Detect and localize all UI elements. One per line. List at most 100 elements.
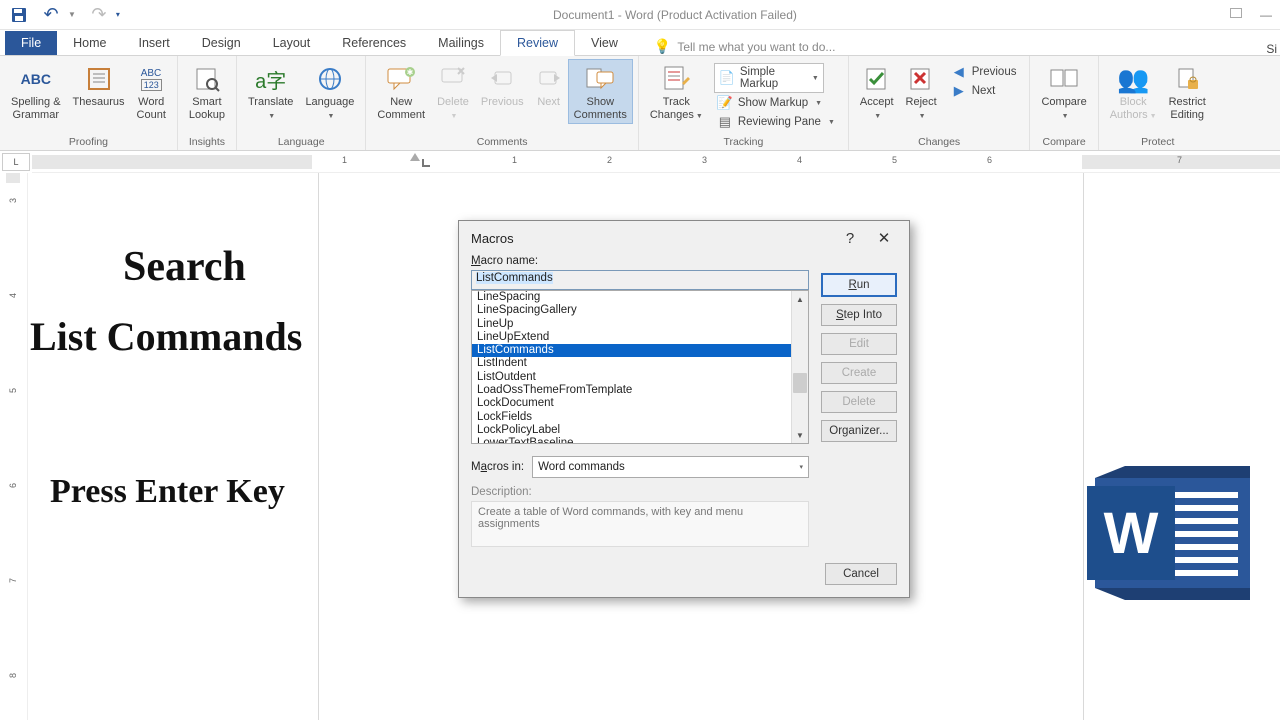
tab-design[interactable]: Design xyxy=(186,31,257,55)
tab-stop-icon[interactable] xyxy=(422,159,430,167)
tab-file[interactable]: File xyxy=(5,31,57,55)
minimize-icon[interactable]: — xyxy=(1260,8,1272,22)
indent-marker-icon[interactable] xyxy=(410,153,420,161)
tab-mailings[interactable]: Mailings xyxy=(422,31,500,55)
tab-layout[interactable]: Layout xyxy=(257,31,327,55)
scroll-thumb[interactable] xyxy=(793,373,807,393)
undo-drop-icon[interactable]: ▼ xyxy=(68,10,76,19)
tab-selector[interactable]: L xyxy=(2,153,30,171)
accept-icon xyxy=(864,62,890,96)
organizer-button[interactable]: Organizer... xyxy=(821,420,897,442)
group-compare: Compare▼ Compare xyxy=(1030,56,1098,150)
thesaurus-icon xyxy=(86,62,112,96)
word-count-button[interactable]: ABC123 Word Count xyxy=(131,59,172,124)
save-icon[interactable] xyxy=(10,6,28,24)
thesaurus-button[interactable]: Thesaurus xyxy=(67,59,131,112)
macro-listbox[interactable]: LineSpacingLineSpacingGalleryLineUpLineU… xyxy=(471,290,809,444)
delete-comment-button[interactable]: Delete▼ xyxy=(431,59,475,124)
group-protect: 👥 Block Authors▼ Restrict Editing Protec… xyxy=(1099,56,1217,150)
delete-comment-icon xyxy=(440,62,466,96)
word-count-icon: ABC123 xyxy=(141,62,162,96)
compare-button[interactable]: Compare▼ xyxy=(1035,59,1092,124)
help-icon[interactable]: ? xyxy=(833,223,867,253)
tell-me-placeholder: Tell me what you want to do... xyxy=(677,40,835,54)
macro-name-label: Macro name: xyxy=(471,255,809,267)
tab-insert[interactable]: Insert xyxy=(123,31,186,55)
smart-lookup-button[interactable]: Smart Lookup xyxy=(183,59,231,124)
chevron-down-icon: ▾ xyxy=(799,463,803,471)
quick-access-toolbar: ↶▼ ↷ ▾ xyxy=(0,6,120,24)
show-markup-button[interactable]: 📝Show Markup▼ xyxy=(714,94,838,112)
next-change-button[interactable]: ▶Next xyxy=(948,82,1020,100)
ruler-vertical: 3 4 5 6 7 8 xyxy=(0,173,28,720)
list-item[interactable]: LineSpacingGallery xyxy=(472,304,808,317)
scroll-down-icon[interactable]: ▼ xyxy=(792,427,808,443)
accept-button[interactable]: Accept▼ xyxy=(854,59,900,124)
macro-name-input[interactable]: ListCommands xyxy=(471,270,809,290)
list-item[interactable]: LineUp xyxy=(472,318,808,331)
annotation-press-enter: Press Enter Key xyxy=(50,473,285,511)
prev-change-icon: ◀ xyxy=(951,64,967,80)
ribbon-options-icon[interactable] xyxy=(1230,8,1242,18)
description-box: Create a table of Word commands, with ke… xyxy=(471,501,809,547)
reject-button[interactable]: Reject▼ xyxy=(900,59,943,124)
markup-display-combo[interactable]: 📄Simple Markup▼ xyxy=(714,63,824,93)
language-button[interactable]: Language▼ xyxy=(299,59,360,124)
next-comment-button[interactable]: Next xyxy=(530,59,568,112)
list-item[interactable]: LockDocument xyxy=(472,397,808,410)
next-comment-icon xyxy=(536,62,562,96)
window-controls: — xyxy=(1230,8,1280,22)
list-item[interactable]: LoadOssThemeFromTemplate xyxy=(472,384,808,397)
dialog-titlebar[interactable]: Macros ? ✕ xyxy=(459,221,909,255)
scroll-up-icon[interactable]: ▲ xyxy=(792,291,808,307)
svg-text:✱: ✱ xyxy=(407,68,414,77)
compare-icon xyxy=(1049,62,1079,96)
dialog-title: Macros xyxy=(471,231,833,246)
translate-button[interactable]: a字 Translate▼ xyxy=(242,59,299,124)
spelling-grammar-button[interactable]: ABC Spelling & Grammar xyxy=(5,59,67,124)
show-comments-button[interactable]: Show Comments xyxy=(568,59,633,124)
redo-icon[interactable]: ↷ xyxy=(90,6,108,24)
track-changes-icon xyxy=(662,62,690,96)
tab-review[interactable]: Review xyxy=(500,30,575,56)
restrict-editing-button[interactable]: Restrict Editing xyxy=(1163,59,1212,124)
run-button[interactable]: Run xyxy=(821,273,897,297)
step-into-button[interactable]: Step Into xyxy=(821,304,897,326)
list-item[interactable]: ListOutdent xyxy=(472,371,808,384)
close-icon[interactable]: ✕ xyxy=(867,223,901,253)
edit-button[interactable]: Edit xyxy=(821,333,897,355)
list-item[interactable]: LineUpExtend xyxy=(472,331,808,344)
list-item[interactable]: LockFields xyxy=(472,411,808,424)
tell-me-search[interactable]: 💡 Tell me what you want to do... xyxy=(654,38,836,55)
group-language: a字 Translate▼ Language▼ Language xyxy=(237,56,366,150)
block-authors-button[interactable]: 👥 Block Authors▼ xyxy=(1104,59,1163,124)
delete-button[interactable]: Delete xyxy=(821,391,897,413)
list-item[interactable]: ListCommands xyxy=(472,344,808,357)
tab-view[interactable]: View xyxy=(575,31,634,55)
group-tracking: Track Changes▼ 📄Simple Markup▼ 📝Show Mar… xyxy=(639,56,849,150)
ruler-horizontal: L 1 1 2 3 4 5 6 7 xyxy=(0,151,1280,173)
annotation-list-commands: List Commands xyxy=(30,313,302,360)
bulb-icon: 💡 xyxy=(654,38,671,55)
list-item[interactable]: LowerTextBaseline xyxy=(472,437,808,443)
macros-in-combo[interactable]: Word commands ▾ xyxy=(532,456,809,478)
create-button[interactable]: Create xyxy=(821,362,897,384)
list-item[interactable]: LineSpacing xyxy=(472,291,808,304)
reviewing-pane-button[interactable]: ▤Reviewing Pane ▼ xyxy=(714,113,838,131)
tab-home[interactable]: Home xyxy=(57,31,122,55)
track-changes-button[interactable]: Track Changes▼ xyxy=(644,59,709,124)
next-change-icon: ▶ xyxy=(951,83,967,99)
sign-in[interactable]: Si xyxy=(1266,42,1277,56)
previous-comment-button[interactable]: Previous xyxy=(475,59,530,112)
list-item[interactable]: LockPolicyLabel xyxy=(472,424,808,437)
previous-change-button[interactable]: ◀Previous xyxy=(948,63,1020,81)
undo-icon[interactable]: ↶ xyxy=(42,6,60,24)
new-comment-button[interactable]: ✱ New Comment xyxy=(371,59,431,124)
listbox-scrollbar[interactable]: ▲ ▼ xyxy=(791,291,808,443)
tab-references[interactable]: References xyxy=(326,31,422,55)
macros-in-label: Macros in: xyxy=(471,461,524,473)
list-item[interactable]: ListIndent xyxy=(472,357,808,370)
cancel-button[interactable]: Cancel xyxy=(825,563,897,585)
language-icon xyxy=(317,62,343,96)
prev-comment-icon xyxy=(489,62,515,96)
